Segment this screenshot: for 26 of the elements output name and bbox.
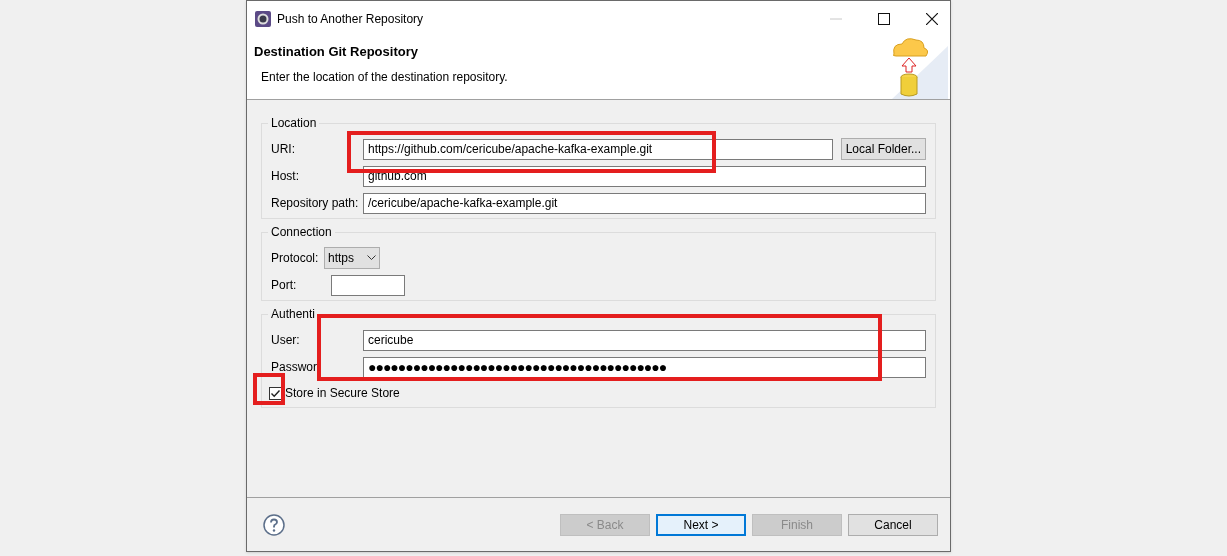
- group-title: Location: [268, 116, 320, 130]
- close-icon[interactable]: [926, 12, 938, 25]
- field-label: Host:: [271, 169, 299, 183]
- help-icon[interactable]: [263, 513, 285, 536]
- maximize-icon[interactable]: [878, 12, 890, 25]
- input-field[interactable]: /cericube/apache-kafka-example.git: [363, 192, 926, 214]
- field-label: Port:: [271, 278, 297, 292]
- dialog-button[interactable]: Next >: [656, 513, 746, 536]
- field-label: URI:: [271, 142, 295, 156]
- window-title: Push to Another Repository: [277, 10, 424, 28]
- field-label: Protocol:: [271, 251, 319, 265]
- protocol-dropdown[interactable]: https: [324, 247, 380, 269]
- checkbox-label: Store in Secure Store: [285, 385, 400, 402]
- input-field[interactable]: https://github.com/cericube/apache-kafka-example.git: [363, 138, 833, 160]
- field-label: Passwor: [271, 360, 317, 374]
- dialog-button[interactable]: Cancel: [848, 513, 938, 536]
- field-label: User:: [271, 333, 300, 347]
- chevron-down-icon: [367, 255, 376, 261]
- input-field[interactable]: [331, 274, 405, 296]
- group-title: Authenti: [268, 307, 319, 321]
- field-label: Repository path:: [271, 196, 359, 210]
- local-folder-button[interactable]: Local Folder...: [840, 138, 926, 160]
- app-icon: [255, 10, 271, 27]
- group-title: Connection: [268, 225, 335, 239]
- page-description: Enter the location of the destination repository.: [261, 68, 508, 86]
- page-title: Destination Git Repository: [254, 43, 419, 61]
